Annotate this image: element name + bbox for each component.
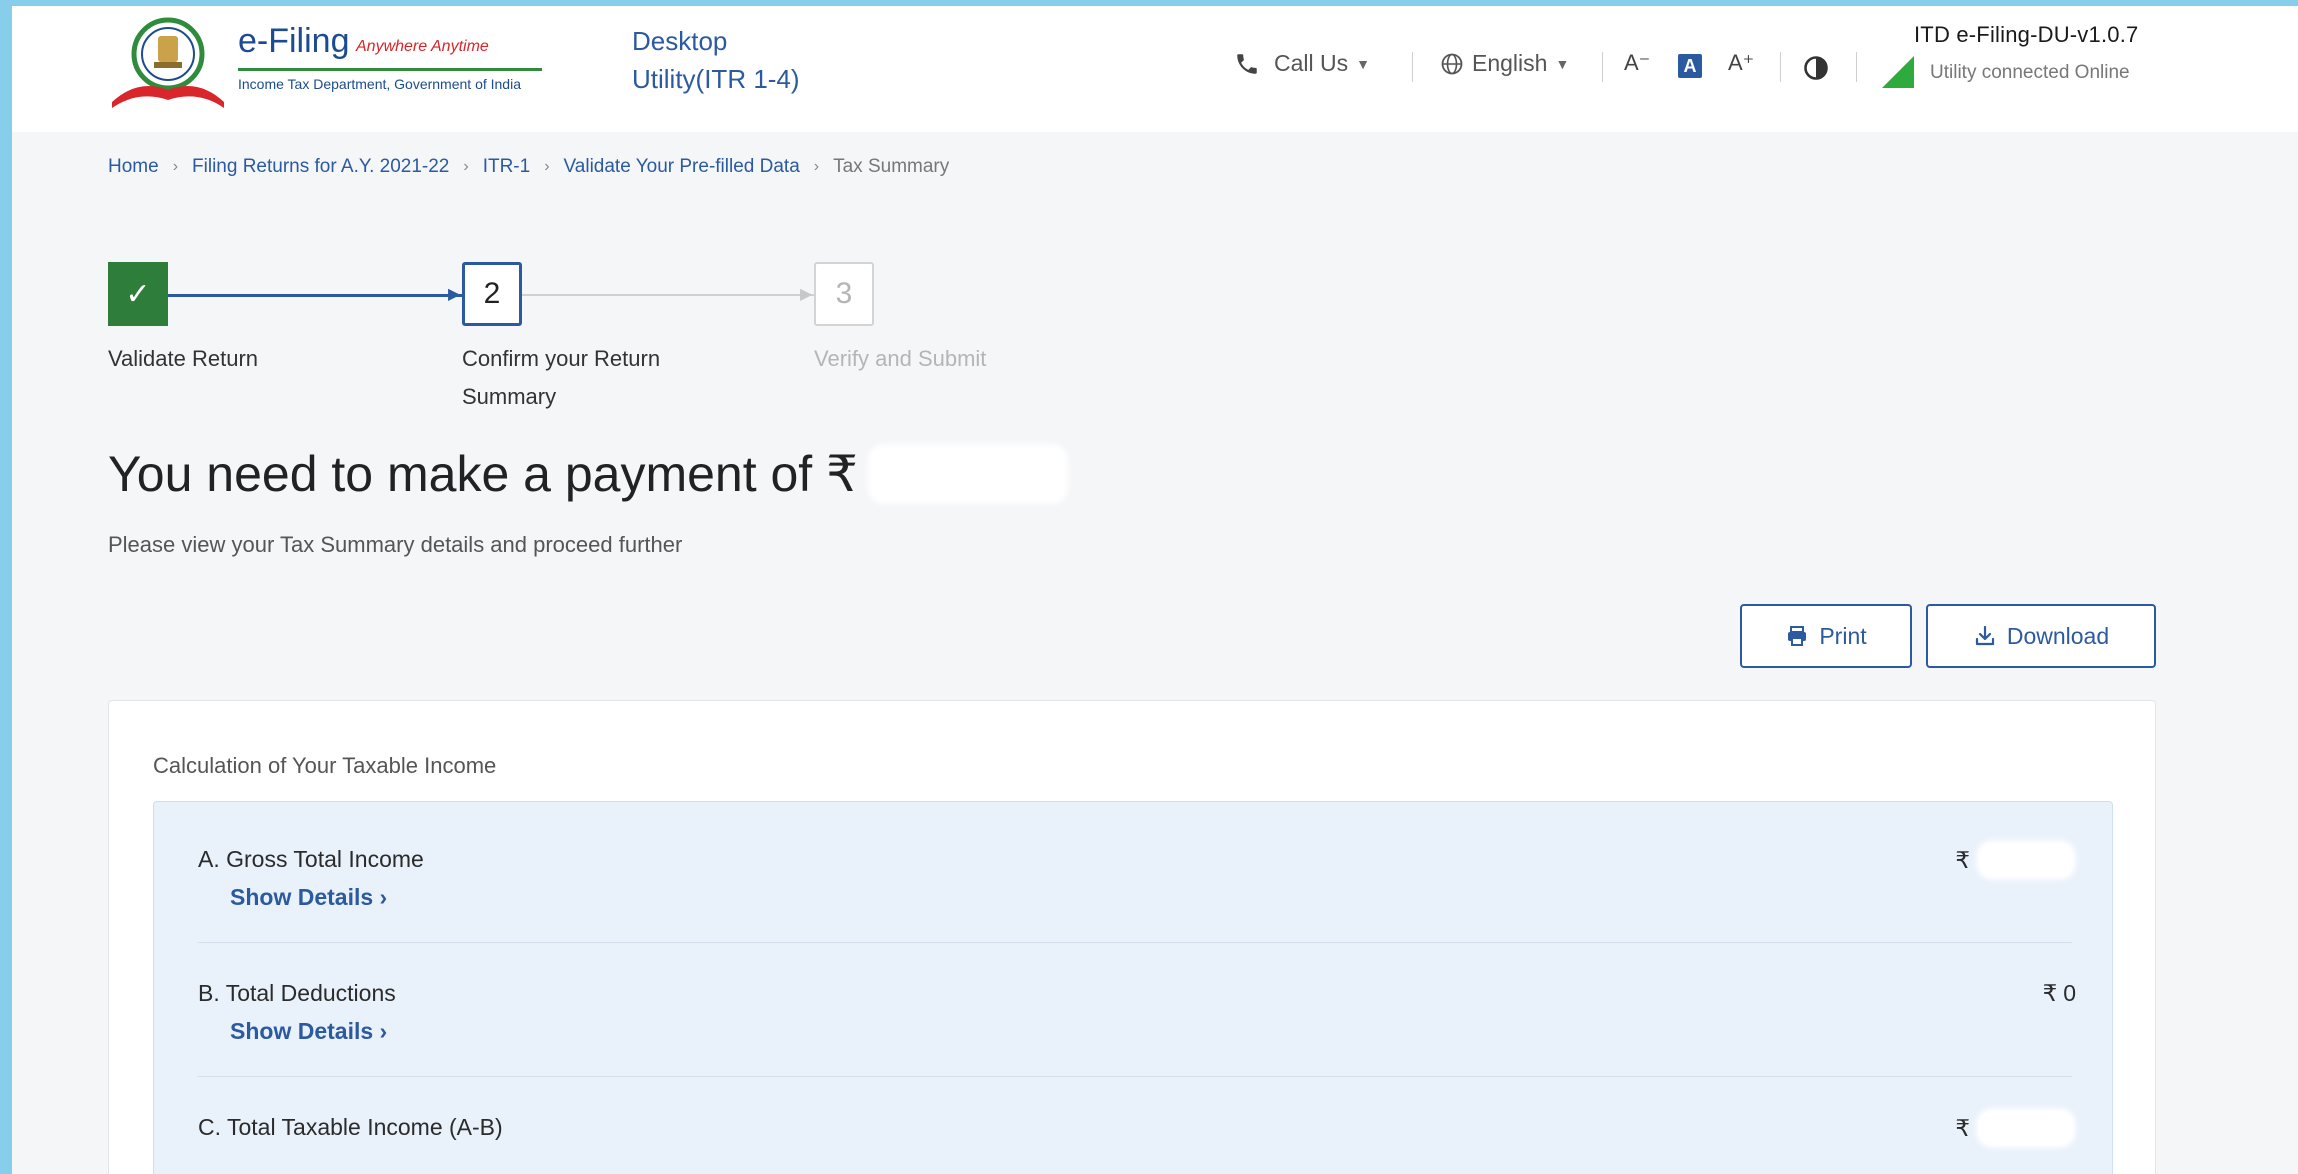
payment-heading-text: You need to make a payment of ₹	[108, 446, 858, 502]
row-value-text: 0	[2063, 980, 2076, 1006]
row-divider	[198, 942, 2072, 943]
row-value: ₹	[1955, 1108, 2076, 1148]
language-label: English	[1472, 50, 1548, 76]
chevron-right-icon: ›	[172, 158, 179, 175]
row-value: ₹ 0	[2043, 980, 2076, 1007]
arrow-right-icon: ▶	[448, 286, 461, 303]
signal-strength-icon	[1882, 56, 1914, 88]
print-label: Print	[1819, 622, 1867, 649]
print-button[interactable]: Print	[1740, 604, 1912, 668]
chevron-right-icon: ›	[463, 158, 469, 175]
income-calculation-panel: A. Gross Total Income Show Details › ₹ B…	[153, 801, 2113, 1174]
download-button[interactable]: Download	[1926, 604, 2156, 668]
header: e-Filing Anywhere Anytime Income Tax Dep…	[12, 6, 2298, 132]
breadcrumb-home[interactable]: Home	[108, 156, 159, 178]
printer-icon	[1788, 626, 1807, 646]
step-2-label: Confirm your Return Summary	[462, 346, 661, 409]
breadcrumb-filing-returns[interactable]: Filing Returns for A.Y. 2021-22	[192, 156, 449, 178]
rupee-symbol: ₹	[1955, 846, 1970, 873]
emblem-logo	[112, 17, 224, 108]
connection-status: Utility connected Online	[1930, 62, 2130, 83]
chevron-right-icon: ›	[544, 158, 550, 175]
breadcrumb: Home › Filing Returns for A.Y. 2021-22 ›…	[108, 156, 949, 178]
row-value: ₹	[1955, 840, 2076, 880]
step-3-indicator: 3	[814, 262, 874, 326]
show-details-link[interactable]: Show Details ›	[230, 1018, 387, 1045]
payment-heading: You need to make a payment of ₹	[108, 444, 1068, 504]
font-increase-button[interactable]: A⁺	[1728, 50, 1754, 76]
phone-icon	[1237, 53, 1257, 74]
version-label: ITD e-Filing-DU-v1.0.7	[1914, 22, 2139, 47]
call-us-dropdown[interactable]: Call Us ▼	[1234, 50, 1370, 77]
breadcrumb-itr1[interactable]: ITR-1	[483, 156, 531, 178]
chevron-down-icon: ▼	[1356, 55, 1370, 72]
contrast-toggle-icon[interactable]	[1802, 54, 1830, 82]
show-details-link[interactable]: Show Details ›	[230, 884, 387, 911]
chevron-down-icon: ▼	[1555, 55, 1570, 72]
breadcrumb-current: Tax Summary	[833, 156, 950, 177]
chevron-right-icon: ›	[813, 158, 820, 175]
card-title: Calculation of Your Taxable Income	[153, 753, 497, 778]
header-separator	[1412, 52, 1413, 82]
font-decrease-button[interactable]: A⁻	[1624, 50, 1650, 76]
rupee-symbol: ₹	[1955, 1114, 1970, 1141]
row-divider	[198, 1076, 2072, 1077]
step-1-label: Validate Return	[108, 346, 259, 371]
utility-title-line2: Utility(ITR 1-4)	[632, 64, 800, 94]
globe-icon	[1441, 53, 1463, 74]
download-icon	[1975, 625, 1994, 646]
header-separator	[1780, 52, 1781, 82]
utility-title-line1: Desktop	[632, 26, 728, 56]
redacted-value	[1976, 840, 2076, 880]
header-separator	[1602, 52, 1603, 82]
stepper-connector-pending	[522, 294, 814, 296]
utility-title: Desktop Utility(ITR 1-4)	[632, 22, 800, 98]
row-label: A. Gross Total Income	[198, 846, 424, 872]
brand-tagline: Anywhere Anytime	[356, 38, 489, 55]
brand-subtitle: Income Tax Department, Government of Ind…	[238, 76, 521, 92]
header-separator	[1856, 52, 1857, 82]
redacted-value	[1976, 1108, 2076, 1148]
row-label: B. Total Deductions	[198, 980, 396, 1006]
font-default-button[interactable]: A	[1678, 54, 1702, 78]
brand-name: e-Filing	[238, 22, 350, 60]
step-3-label: Verify and Submit	[814, 346, 987, 371]
arrow-right-icon: ▶	[800, 286, 813, 303]
download-label: Download	[2006, 622, 2110, 649]
redacted-amount	[867, 444, 1068, 504]
stepper-connector-complete	[168, 294, 462, 297]
page-subtext: Please view your Tax Summary details and…	[108, 532, 683, 557]
row-label: C. Total Taxable Income (A-B)	[198, 1114, 503, 1140]
brand-divider	[238, 68, 542, 71]
breadcrumb-validate-data[interactable]: Validate Your Pre-filled Data	[564, 156, 800, 178]
language-dropdown[interactable]: English ▼	[1440, 50, 1569, 77]
rupee-symbol: ₹	[2042, 980, 2058, 1006]
step-2-indicator: 2	[462, 262, 522, 326]
app-window: e-Filing Anywhere Anytime Income Tax Dep…	[12, 6, 2298, 1174]
step-1-checkmark-icon: ✓	[108, 262, 168, 326]
tax-summary-card: Calculation of Your Taxable Income A. Gr…	[108, 700, 2156, 1174]
call-us-label: Call Us	[1274, 50, 1349, 76]
